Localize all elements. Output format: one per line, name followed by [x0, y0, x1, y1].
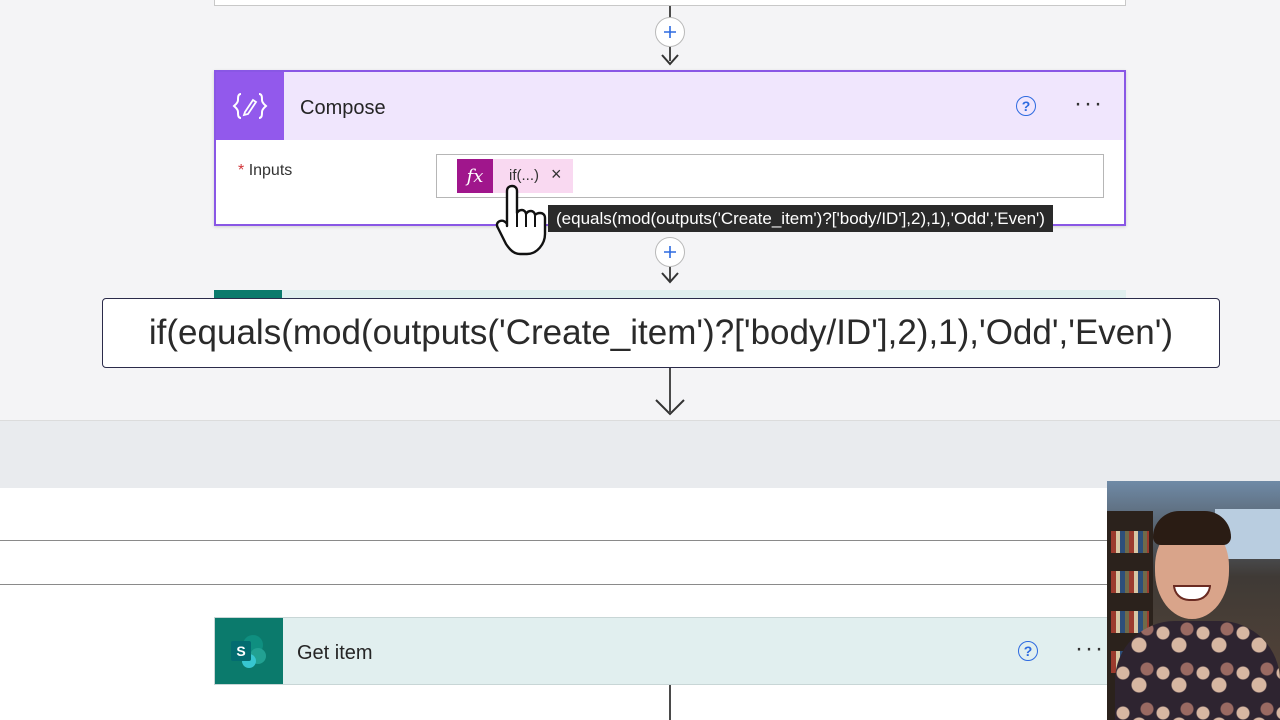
expression-tooltip: (equals(mod(outputs('Create_item')?['bod…	[548, 205, 1053, 232]
inputs-label-text: Inputs	[248, 162, 293, 179]
arrow-down-icon	[661, 54, 679, 66]
required-marker: *	[238, 162, 245, 179]
add-step-button[interactable]	[655, 237, 685, 267]
divider	[0, 584, 1110, 585]
divider	[0, 540, 1110, 541]
canvas-lower-area	[0, 488, 1280, 720]
compose-card-header[interactable]: Compose ? ···	[216, 72, 1124, 140]
get-item-title: Get item	[297, 642, 373, 664]
arrow-down-icon	[661, 272, 679, 284]
more-options-icon[interactable]: ···	[1074, 90, 1104, 118]
webcam-person-hair	[1153, 511, 1231, 545]
fx-icon: fx	[457, 159, 493, 193]
compose-title: Compose	[300, 97, 386, 119]
connector-line	[669, 685, 671, 720]
inputs-label: * Inputs	[238, 162, 292, 180]
get-item-action-card[interactable]: S Get item ? ···	[214, 617, 1126, 685]
add-step-icon	[664, 26, 676, 38]
canvas-separator-band	[0, 420, 1280, 489]
arrow-down-icon	[655, 399, 685, 416]
hand-cursor-icon	[495, 184, 547, 256]
add-step-icon	[664, 246, 676, 258]
help-icon[interactable]: ?	[1016, 96, 1036, 116]
compose-action-card[interactable]: Compose ? ··· * Inputs fx if(...) ×	[214, 70, 1126, 226]
sharepoint-icon: S	[215, 618, 283, 684]
compose-icon	[216, 72, 284, 140]
help-icon[interactable]: ?	[1018, 641, 1038, 661]
svg-text:S: S	[236, 643, 245, 659]
formula-callout: if(equals(mod(outputs('Create_item')?['b…	[102, 298, 1220, 368]
webcam-person-shirt	[1115, 621, 1280, 720]
add-step-button[interactable]	[655, 17, 685, 47]
more-options-icon[interactable]: ···	[1075, 635, 1105, 663]
presenter-webcam	[1107, 481, 1280, 720]
